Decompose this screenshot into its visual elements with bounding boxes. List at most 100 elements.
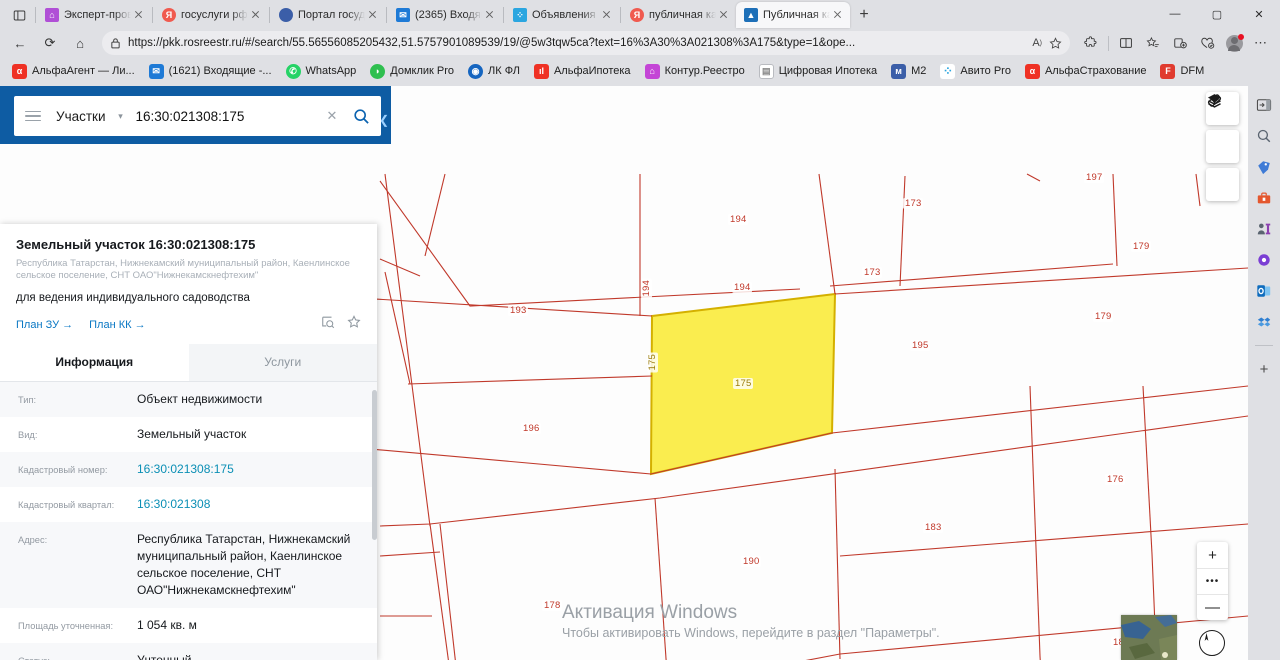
tab-search-icon[interactable] bbox=[4, 2, 34, 28]
address-bar[interactable]: https://pkk.rosreestr.ru/#/search/55.565… bbox=[102, 31, 1070, 55]
back-button[interactable]: ← bbox=[6, 31, 34, 55]
sidebar-toggle-icon[interactable] bbox=[1250, 90, 1278, 120]
favorites-icon[interactable] bbox=[1140, 31, 1166, 55]
bookmark-item[interactable]: α АльфаАгент — Ли... bbox=[6, 62, 141, 81]
parcel-label: 194 bbox=[728, 214, 749, 225]
browser-tab[interactable]: Я госуслуги рф — Янде bbox=[154, 2, 268, 28]
minimap-thumbnail[interactable] bbox=[1121, 615, 1177, 660]
hamburger-icon[interactable] bbox=[20, 103, 46, 129]
tab-close-icon[interactable] bbox=[131, 7, 147, 23]
shopping-tag-icon[interactable] bbox=[1250, 152, 1278, 182]
bookmark-item[interactable]: ✉ (1621) Входящие -... bbox=[143, 62, 278, 81]
browser-essentials-icon[interactable] bbox=[1194, 31, 1220, 55]
info-panel-header: Земельный участок 16:30:021308:175 Респу… bbox=[0, 224, 377, 344]
close-window-button[interactable]: ✕ bbox=[1238, 0, 1280, 28]
plan-kk-link[interactable]: План КК → bbox=[89, 319, 145, 331]
bookmark-item[interactable]: ✆ WhatsApp bbox=[280, 62, 363, 81]
bookmark-item[interactable]: м M2 bbox=[885, 62, 932, 81]
row-value-link[interactable]: 16:30:021308 bbox=[137, 496, 363, 513]
bookmark-item[interactable]: ⌂ Контур.Реестро bbox=[639, 62, 751, 81]
plan-zu-link[interactable]: План ЗУ → bbox=[16, 319, 73, 331]
magnify-rect-icon[interactable] bbox=[321, 315, 335, 334]
chevron-down-icon[interactable]: ▾ bbox=[110, 111, 132, 122]
row-key: Площадь уточненная: bbox=[18, 621, 114, 631]
measure-icon[interactable] bbox=[1206, 94, 1239, 163]
browser-tab[interactable]: Я публичная кадастров bbox=[622, 2, 736, 28]
zoom-more-button[interactable]: ••• bbox=[1197, 568, 1228, 594]
browser-tab[interactable]: ⁘ Объявления на Авит bbox=[505, 2, 619, 28]
tools-icon[interactable] bbox=[1250, 183, 1278, 213]
outlook-icon[interactable] bbox=[1250, 276, 1278, 306]
read-aloud-icon[interactable]: A) bbox=[1032, 37, 1042, 49]
lock-icon bbox=[110, 37, 121, 49]
compass-icon[interactable] bbox=[1199, 630, 1225, 656]
search-icon[interactable] bbox=[347, 108, 375, 125]
maximize-button[interactable]: ▢ bbox=[1196, 0, 1238, 28]
search-type-label[interactable]: Участки bbox=[50, 109, 106, 124]
parcel-label: 197 bbox=[1084, 172, 1105, 183]
zoom-in-button[interactable]: + bbox=[1197, 542, 1228, 568]
profile-avatar[interactable] bbox=[1221, 31, 1247, 55]
edge-sidebar: + bbox=[1248, 86, 1280, 660]
map-tools bbox=[1206, 92, 1239, 201]
star-icon[interactable] bbox=[347, 315, 361, 334]
search-icon[interactable] bbox=[1250, 121, 1278, 151]
row-key: Адрес: bbox=[18, 535, 48, 545]
star-icon[interactable] bbox=[1049, 36, 1062, 50]
bookmark-item[interactable]: ◉ ЛК ФЛ bbox=[462, 62, 526, 81]
dropbox-icon[interactable] bbox=[1250, 307, 1278, 337]
search-bar[interactable]: Участки ▾ ✕ bbox=[14, 96, 381, 136]
settings-more-icon[interactable]: ⋯ bbox=[1248, 31, 1274, 55]
extensions-icon[interactable] bbox=[1078, 31, 1104, 55]
browser-tab[interactable]: ⌂ Эксперт-проверка | Т bbox=[37, 2, 151, 28]
parcel-label: 173 bbox=[903, 198, 924, 209]
tab-services[interactable]: Услуги bbox=[188, 344, 377, 381]
mail-icon: ✉ bbox=[148, 63, 164, 79]
bookmark-item[interactable]: F DFM bbox=[1154, 62, 1210, 81]
plus-icon[interactable]: + bbox=[1250, 354, 1278, 384]
tab-close-icon[interactable] bbox=[482, 7, 498, 23]
clear-icon[interactable]: ✕ bbox=[321, 108, 343, 124]
split-screen-icon[interactable] bbox=[1113, 31, 1139, 55]
search-input[interactable] bbox=[135, 108, 317, 124]
parcel-label: 195 bbox=[910, 340, 931, 351]
tab-close-icon[interactable] bbox=[599, 7, 615, 23]
locate-icon[interactable] bbox=[1206, 94, 1239, 201]
row-key: Тип: bbox=[18, 395, 37, 405]
bookmark-item[interactable]: ◗ Домклик Pro bbox=[364, 62, 460, 81]
bookmark-item[interactable]: α АльфаСтрахование bbox=[1019, 62, 1153, 81]
games-icon[interactable] bbox=[1250, 214, 1278, 244]
sidebar-divider bbox=[1255, 345, 1273, 346]
browser-tab[interactable]: ✉ (2365) Входящие - По bbox=[388, 2, 502, 28]
designer-icon[interactable] bbox=[1250, 245, 1278, 275]
tab-close-icon[interactable] bbox=[716, 7, 732, 23]
row-value-link[interactable]: 16:30:021308:175 bbox=[137, 461, 363, 478]
whatsapp-icon: ✆ bbox=[285, 63, 301, 79]
browser-tab-active[interactable]: ▲ Публичная кадастров bbox=[736, 2, 850, 28]
tab-close-icon[interactable] bbox=[248, 7, 264, 23]
tab-close-icon[interactable] bbox=[830, 7, 846, 23]
tab-information[interactable]: Информация bbox=[0, 344, 189, 381]
tab-favicon-rosreestr-icon: ▲ bbox=[744, 8, 758, 22]
zoom-out-button[interactable]: — bbox=[1197, 594, 1228, 620]
bookmark-label: ЛК ФЛ bbox=[488, 65, 520, 77]
collections-icon[interactable] bbox=[1167, 31, 1193, 55]
new-tab-button[interactable]: + bbox=[850, 2, 878, 28]
bookmark-item[interactable]: ⁘ Авито Pro bbox=[934, 62, 1017, 81]
chevron-left-icon[interactable]: ❮ bbox=[376, 98, 392, 142]
parcel-label: 194 bbox=[732, 282, 753, 293]
info-panel-tabs: Информация Услуги bbox=[0, 344, 377, 382]
tab-title: Публичная кадастров bbox=[763, 9, 830, 21]
avito-icon: ⁘ bbox=[940, 63, 956, 79]
info-panel-scrollbar[interactable] bbox=[372, 390, 377, 540]
info-panel-permitted-use: для ведения индивидуального садоводства bbox=[16, 292, 250, 304]
bookmark-item[interactable]: ıl АльфаИпотека bbox=[528, 62, 637, 81]
domclick-icon: ◗ bbox=[370, 63, 386, 79]
browser-tab[interactable]: Портал государствен bbox=[271, 2, 385, 28]
parcel-label: 196 bbox=[521, 423, 542, 434]
minimize-button[interactable]: — bbox=[1154, 0, 1196, 28]
refresh-button[interactable]: ⟳ bbox=[36, 31, 64, 55]
tab-close-icon[interactable] bbox=[365, 7, 381, 23]
home-button[interactable]: ⌂ bbox=[66, 31, 94, 55]
bookmark-item[interactable]: ▤ Цифровая Ипотека bbox=[753, 62, 883, 81]
